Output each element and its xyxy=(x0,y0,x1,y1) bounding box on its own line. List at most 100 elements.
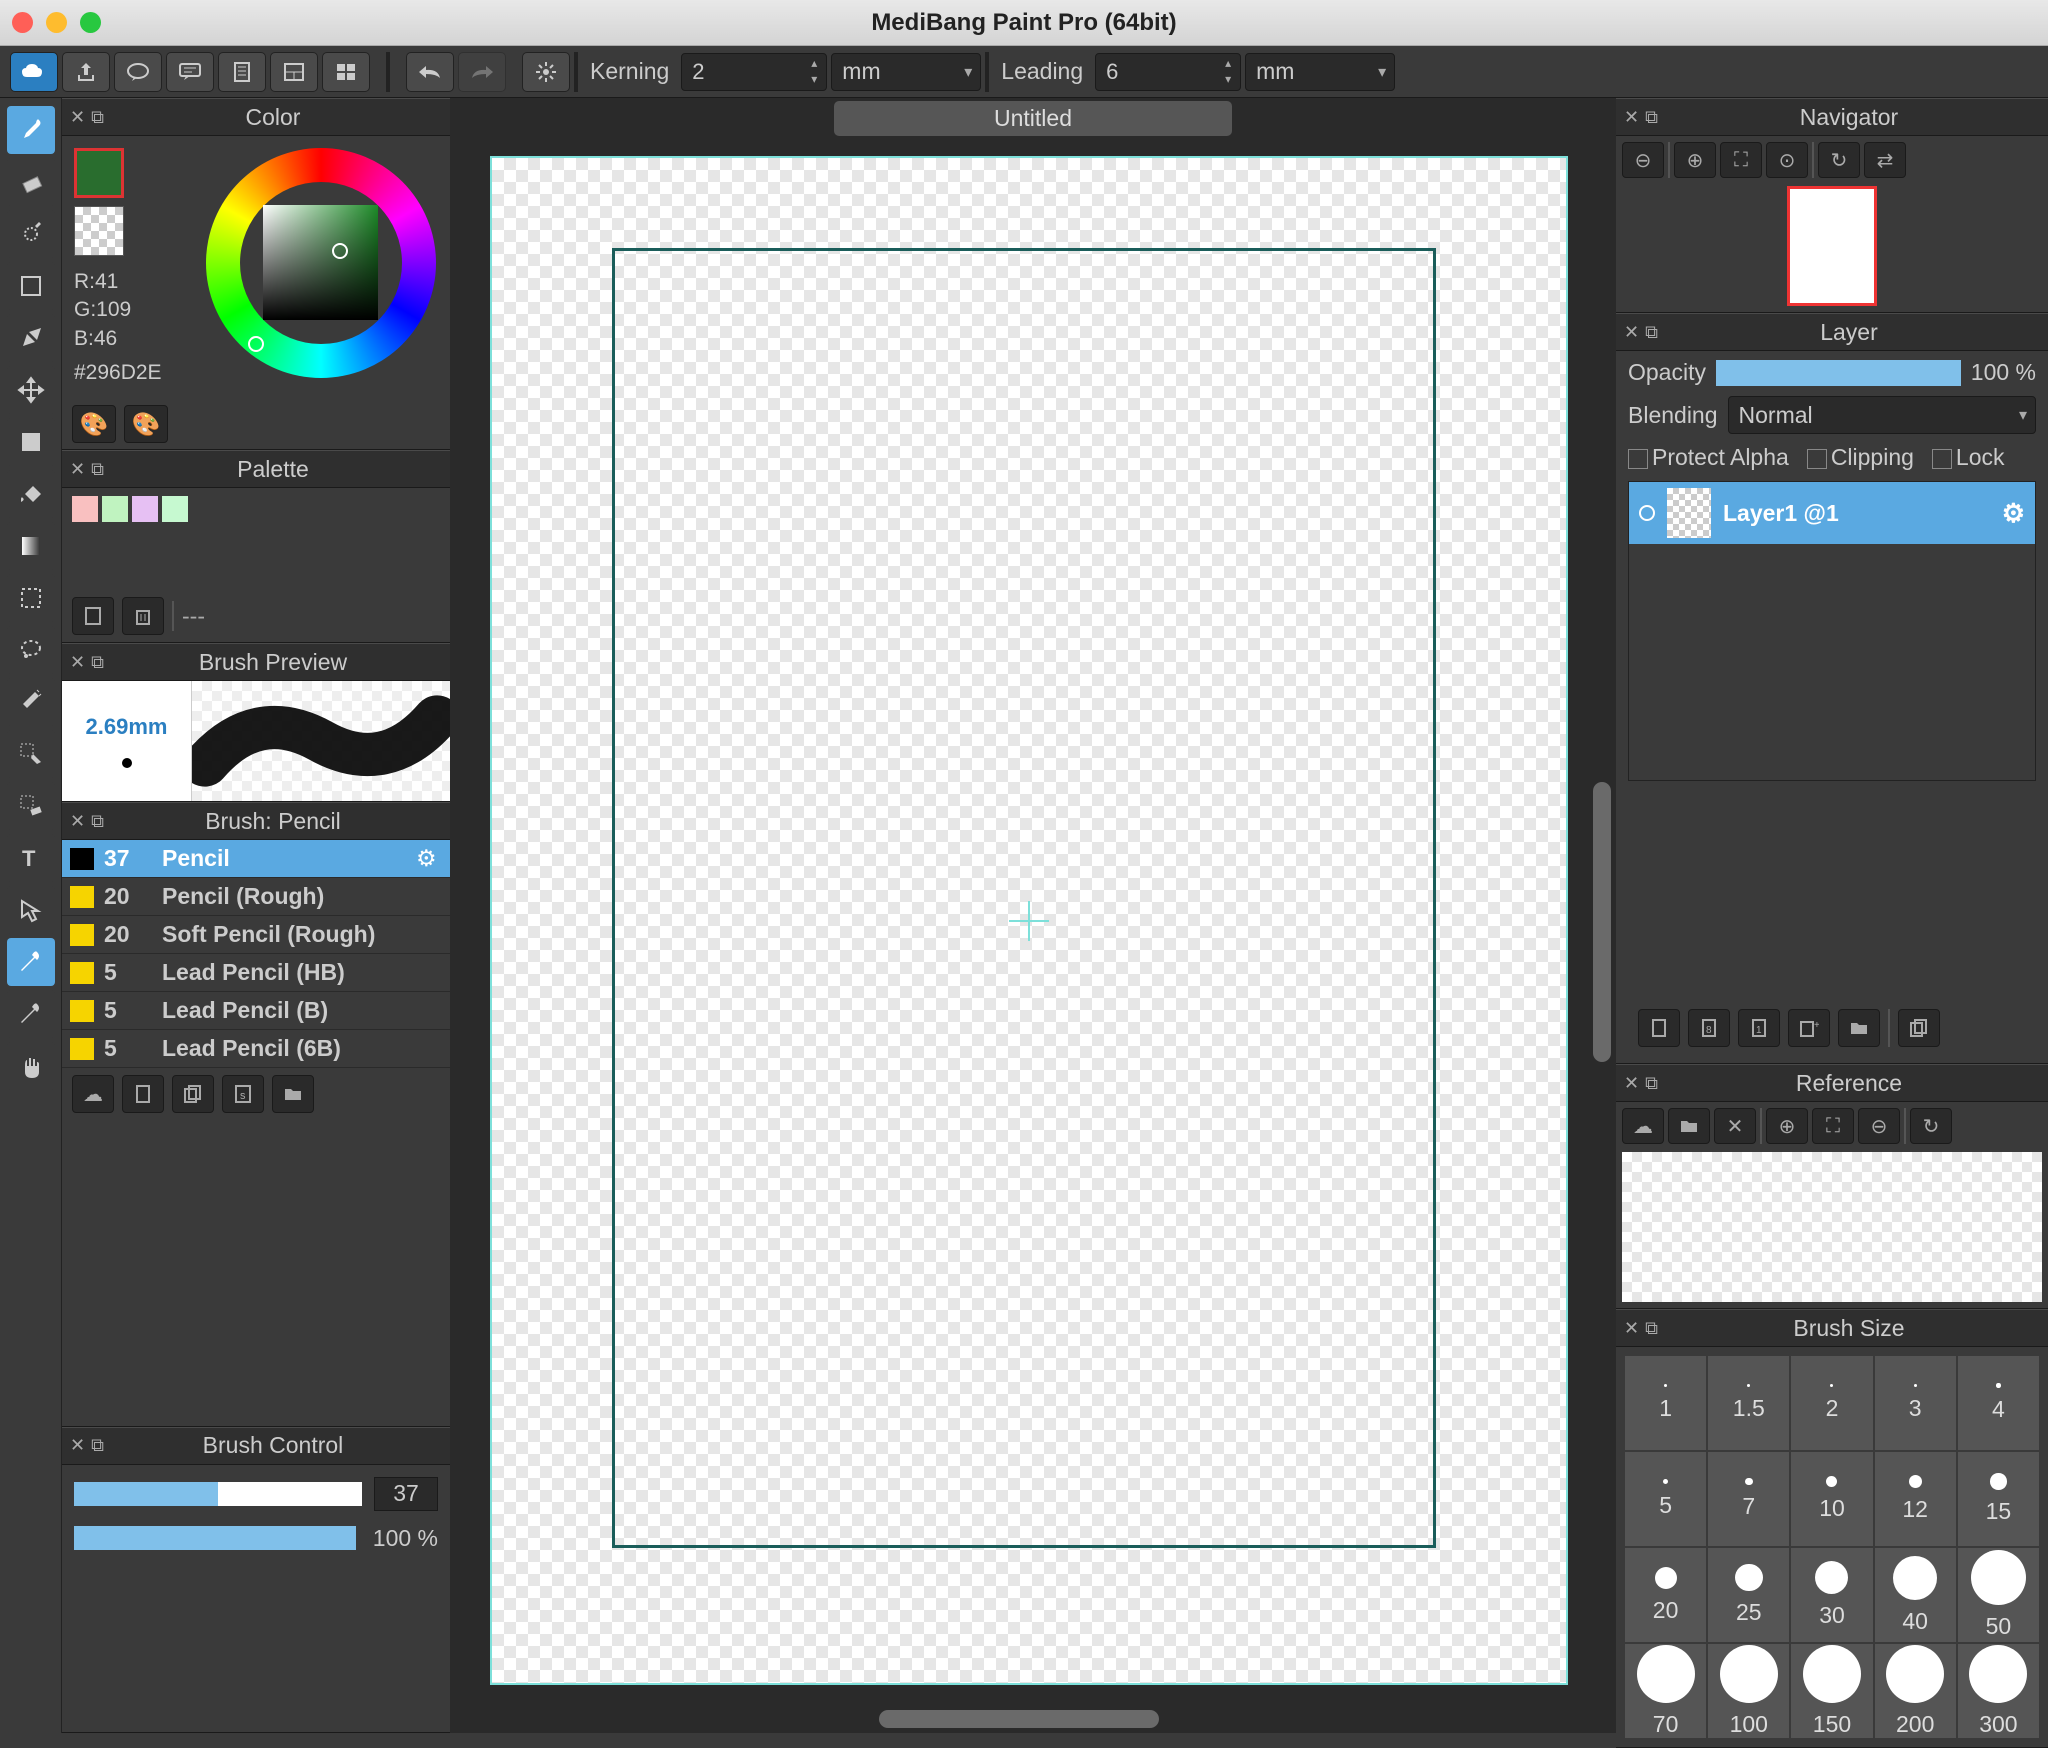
duplicate-layer-button[interactable] xyxy=(1898,1009,1940,1047)
brush-size-cell[interactable]: 5 xyxy=(1624,1451,1707,1547)
brush-size-cell[interactable]: 20 xyxy=(1624,1547,1707,1643)
brush-size-cell[interactable]: 25 xyxy=(1707,1547,1790,1643)
ref-zoom-in-button[interactable]: ⊕ xyxy=(1766,1108,1808,1144)
new-8bit-layer-button[interactable]: 8 xyxy=(1688,1009,1730,1047)
ref-close-button[interactable]: ✕ xyxy=(1714,1108,1756,1144)
add-layer-menu-button[interactable]: + xyxy=(1788,1009,1830,1047)
add-palette-button[interactable] xyxy=(72,597,114,635)
brush-size-cell[interactable]: 40 xyxy=(1874,1547,1957,1643)
brush-size-cell[interactable]: 7 xyxy=(1707,1451,1790,1547)
palette-chip[interactable] xyxy=(102,496,128,522)
popout-icon[interactable]: ⧉ xyxy=(1645,1318,1658,1339)
close-icon[interactable]: ✕ xyxy=(1624,1318,1639,1339)
kerning-input[interactable]: ▴▾ xyxy=(681,53,827,91)
palette-chip[interactable] xyxy=(72,496,98,522)
close-icon[interactable]: ✕ xyxy=(1624,107,1639,128)
eyedropper-tool[interactable] xyxy=(7,938,55,986)
new-brush-button[interactable] xyxy=(122,1075,164,1113)
brush-opacity-slider[interactable] xyxy=(74,1526,356,1550)
kerning-unit-select[interactable]: mm xyxy=(831,53,981,91)
brush-size-cell[interactable]: 3 xyxy=(1874,1355,1957,1451)
brush-size-cell[interactable]: 4 xyxy=(1957,1355,2040,1451)
speech-bubble-button[interactable] xyxy=(114,52,162,92)
close-icon[interactable]: ✕ xyxy=(70,107,85,128)
palette-chip[interactable] xyxy=(162,496,188,522)
lock-checkbox[interactable]: Lock xyxy=(1932,444,2005,471)
layer-opacity-slider[interactable] xyxy=(1716,360,1961,386)
protect-alpha-checkbox[interactable]: Protect Alpha xyxy=(1628,444,1789,471)
popout-icon[interactable]: ⧉ xyxy=(91,459,104,480)
redo-button[interactable] xyxy=(458,52,506,92)
brush-script-button[interactable]: s xyxy=(222,1075,264,1113)
select-pen-tool[interactable] xyxy=(7,730,55,778)
palette-chips[interactable] xyxy=(62,488,450,530)
foreground-swatch[interactable] xyxy=(74,148,124,198)
layer-folder-button[interactable] xyxy=(1838,1009,1880,1047)
brush-size-cell[interactable]: 15 xyxy=(1957,1451,2040,1547)
flip-button[interactable]: ⇄ xyxy=(1864,142,1906,178)
brush-size-cell[interactable]: 1 xyxy=(1624,1355,1707,1451)
operation-tool[interactable] xyxy=(7,886,55,934)
gradient-tool[interactable] xyxy=(7,522,55,570)
clipping-checkbox[interactable]: Clipping xyxy=(1807,444,1914,471)
cloud-button[interactable] xyxy=(10,52,58,92)
brush-tool[interactable] xyxy=(7,106,55,154)
horizontal-scrollbar[interactable] xyxy=(450,1705,1588,1733)
delete-palette-button[interactable] xyxy=(122,597,164,635)
lasso-tool[interactable] xyxy=(7,626,55,674)
brush-row[interactable]: 20 Soft Pencil (Rough) xyxy=(62,916,450,954)
canvas-area[interactable] xyxy=(450,138,1616,1733)
brush-size-cell[interactable]: 10 xyxy=(1790,1451,1873,1547)
select-rect-tool[interactable] xyxy=(7,574,55,622)
close-icon[interactable]: ✕ xyxy=(70,1435,85,1456)
document-tab[interactable]: Untitled xyxy=(834,101,1232,136)
share-button[interactable] xyxy=(62,52,110,92)
bucket-tool[interactable] xyxy=(7,470,55,518)
navigator-thumbnail[interactable] xyxy=(1787,186,1877,306)
color-palette-icon[interactable]: 🎨 xyxy=(72,405,116,443)
pen-tool[interactable] xyxy=(7,314,55,362)
zoom-out-button[interactable]: ⊖ xyxy=(1622,142,1664,178)
fill-rect-tool[interactable] xyxy=(7,418,55,466)
brush-row[interactable]: 20 Pencil (Rough) xyxy=(62,878,450,916)
brush-folder-button[interactable] xyxy=(272,1075,314,1113)
new-1bit-layer-button[interactable]: 1 xyxy=(1738,1009,1780,1047)
duplicate-brush-button[interactable] xyxy=(172,1075,214,1113)
eyedropper-alt-tool[interactable] xyxy=(7,990,55,1038)
popout-icon[interactable]: ⧉ xyxy=(91,652,104,673)
gear-icon[interactable]: ⚙ xyxy=(2002,498,2025,529)
palette-chip[interactable] xyxy=(132,496,158,522)
brush-row[interactable]: 5 Lead Pencil (HB) xyxy=(62,954,450,992)
brush-size-value[interactable]: 37 xyxy=(374,1477,438,1511)
leading-value[interactable] xyxy=(1096,59,1216,85)
dot-brush-tool[interactable] xyxy=(7,210,55,258)
ref-rotate-button[interactable]: ↻ xyxy=(1910,1108,1952,1144)
ref-zoom-out-button[interactable]: ⊖ xyxy=(1858,1108,1900,1144)
brush-size-cell[interactable]: 2 xyxy=(1790,1355,1873,1451)
brush-row[interactable]: 5 Lead Pencil (B) xyxy=(62,992,450,1030)
hand-tool[interactable] xyxy=(7,1042,55,1090)
brush-row[interactable]: 37 Pencil ⚙ xyxy=(62,840,450,878)
popout-icon[interactable]: ⧉ xyxy=(91,1435,104,1456)
brush-size-cell[interactable]: 1.5 xyxy=(1707,1355,1790,1451)
zoom-in-button[interactable]: ⊕ xyxy=(1674,142,1716,178)
color-wheel[interactable] xyxy=(206,148,436,378)
brush-size-slider[interactable] xyxy=(74,1482,362,1506)
layer-item[interactable]: Layer1 @1 ⚙ xyxy=(1629,482,2035,544)
close-icon[interactable]: ✕ xyxy=(70,652,85,673)
brush-size-cell[interactable]: 50 xyxy=(1957,1547,2040,1643)
brush-size-cell[interactable]: 30 xyxy=(1790,1547,1873,1643)
ref-fit-button[interactable]: ⛶ xyxy=(1812,1108,1854,1144)
ref-open-button[interactable] xyxy=(1668,1108,1710,1144)
move-tool[interactable] xyxy=(7,366,55,414)
vertical-scrollbar[interactable] xyxy=(1588,138,1616,1705)
undo-button[interactable] xyxy=(406,52,454,92)
brush-size-cell[interactable]: 300 xyxy=(1957,1643,2040,1739)
gear-icon[interactable]: ⚙ xyxy=(416,845,442,872)
cloud-brush-button[interactable]: ☁ xyxy=(72,1075,114,1113)
popout-icon[interactable]: ⧉ xyxy=(91,811,104,832)
reference-canvas[interactable] xyxy=(1622,1152,2042,1302)
brush-row[interactable]: 5 Lead Pencil (6B) xyxy=(62,1030,450,1068)
popout-icon[interactable]: ⧉ xyxy=(1645,107,1658,128)
visibility-icon[interactable] xyxy=(1639,505,1655,521)
